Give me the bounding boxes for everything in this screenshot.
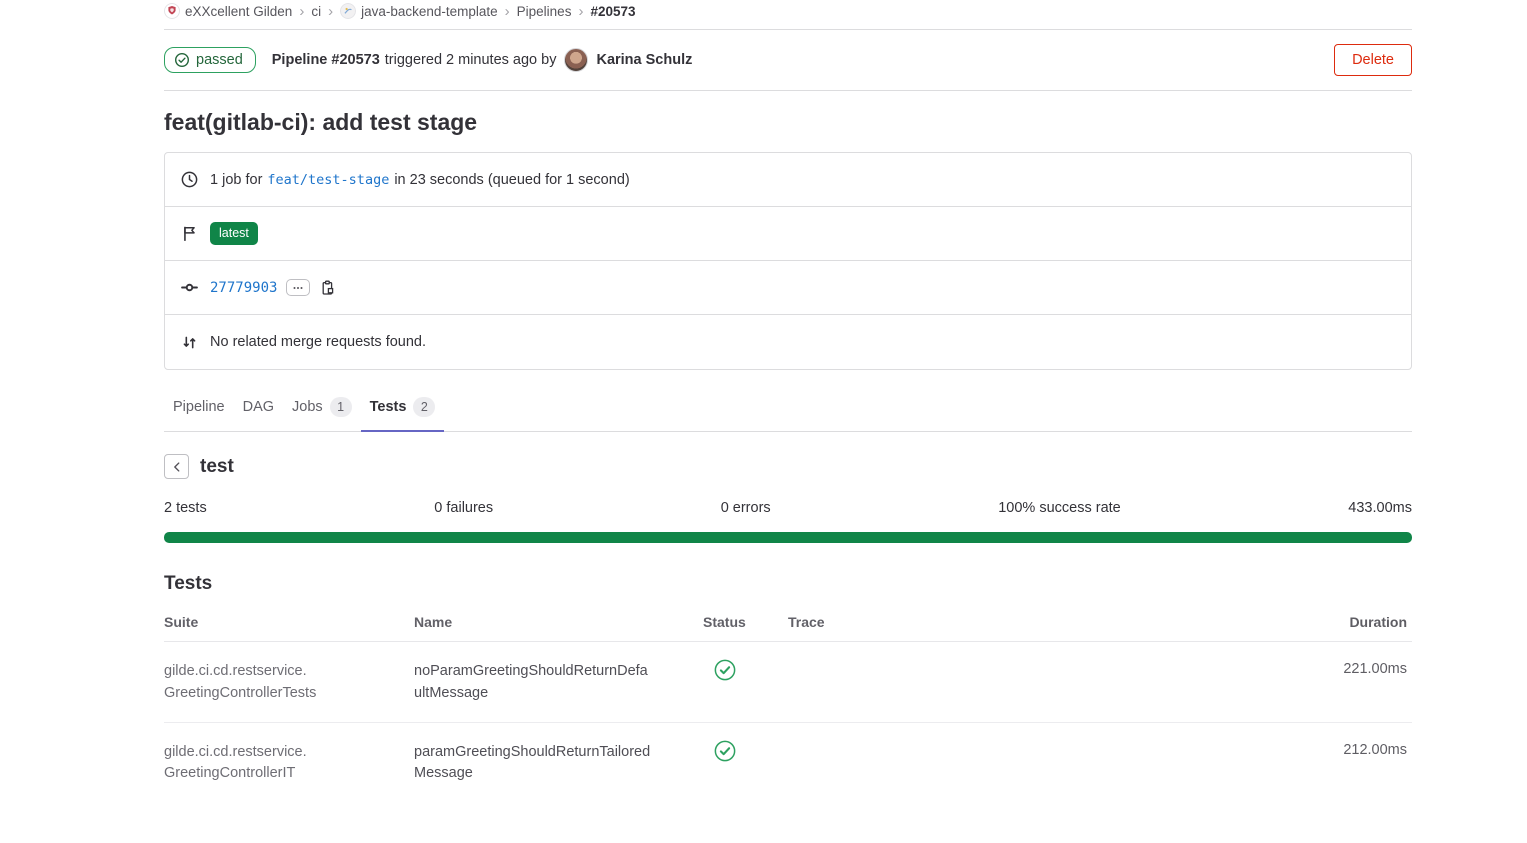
stat-errors: 0 errors — [721, 500, 771, 516]
commit-sha-link[interactable]: 27779903 — [210, 280, 277, 296]
tab-dag[interactable]: DAG — [234, 387, 283, 432]
tests-section-heading: Tests — [164, 573, 1412, 595]
column-header-status: Status — [703, 614, 788, 630]
page-title: feat(gitlab-ci): add test stage — [164, 109, 1412, 136]
tab-label: Pipeline — [173, 399, 225, 415]
commit-icon — [181, 279, 198, 296]
stat-success-rate: 100% success rate — [998, 500, 1121, 516]
merge-requests-row: No related merge requests found. — [165, 315, 1411, 369]
breadcrumb-pipelines-link[interactable]: Pipelines — [517, 4, 572, 19]
stat-total-tests: 2 tests — [164, 500, 207, 516]
breadcrumb-item-label: Pipelines — [517, 4, 572, 19]
tab-label: DAG — [243, 399, 274, 415]
breadcrumb: eXXcellent Gilden › ci › java-backend-te… — [164, 0, 1412, 30]
test-passed-icon — [714, 740, 736, 762]
author-name[interactable]: Karina Schulz — [596, 52, 692, 68]
duration-text: in 23 seconds (queued for 1 second) — [394, 172, 629, 188]
flag-icon — [181, 225, 198, 242]
tab-tests[interactable]: Tests 2 — [361, 387, 445, 432]
breadcrumb-item-label: eXXcellent Gilden — [185, 4, 292, 19]
stat-failures: 0 failures — [434, 500, 493, 516]
breadcrumb-group-link[interactable]: eXXcellent Gilden — [164, 3, 292, 19]
clock-icon — [181, 171, 198, 188]
pipeline-id: Pipeline #20573 — [272, 52, 380, 68]
trigger-text: triggered 2 minutes ago by — [385, 52, 557, 68]
pipeline-trigger-info: Pipeline #20573 triggered 2 minutes ago … — [272, 48, 693, 72]
chevron-right-icon: › — [299, 4, 304, 19]
test-suite-cell: gilde.ci.cd.restservice. GreetingControl… — [164, 742, 414, 786]
page-container: eXXcellent Gilden › ci › java-backend-te… — [164, 0, 1412, 802]
test-duration-cell: 212.00ms — [1302, 742, 1412, 758]
column-header-duration: Duration — [1302, 614, 1412, 630]
test-duration-cell: 221.00ms — [1302, 661, 1412, 677]
clipboard-icon — [320, 280, 336, 296]
column-header-suite: Suite — [164, 614, 414, 630]
delete-button[interactable]: Delete — [1334, 44, 1412, 76]
expand-commit-button[interactable] — [286, 279, 310, 296]
no-merge-requests-text: No related merge requests found. — [210, 334, 426, 350]
tab-label: Jobs — [292, 399, 323, 415]
test-suite-cell: gilde.ci.cd.restservice. GreetingControl… — [164, 661, 414, 705]
commit-row: 27779903 — [165, 261, 1411, 315]
project-avatar-icon — [340, 3, 356, 19]
column-header-name: Name — [414, 614, 703, 630]
test-name-cell: paramGreetingShouldReturnTailored Messag… — [414, 742, 703, 786]
breadcrumb-current-pipeline: #20573 — [590, 4, 635, 19]
status-badge: passed — [164, 47, 256, 73]
chevron-right-icon: › — [505, 4, 510, 19]
success-progress-bar — [164, 532, 1412, 543]
jobs-count-badge: 1 — [330, 397, 352, 417]
test-summary-stats: 2 tests 0 failures 0 errors 100% success… — [164, 500, 1412, 516]
status-badge-label: passed — [196, 52, 243, 68]
pipeline-info-card: 1 job for feat/test-stage in 23 seconds … — [164, 152, 1412, 370]
pipeline-status-bar: passed Pipeline #20573 triggered 2 minut… — [164, 30, 1412, 91]
table-header-row: Suite Name Status Trace Duration — [164, 601, 1412, 642]
breadcrumb-item-label: ci — [311, 4, 321, 19]
latest-badge: latest — [210, 222, 258, 244]
check-circle-icon — [174, 52, 190, 68]
tests-count-badge: 2 — [413, 397, 435, 417]
breadcrumb-subgroup-link[interactable]: ci — [311, 4, 321, 19]
chevron-right-icon: › — [328, 4, 333, 19]
test-suite-header: test — [164, 454, 1412, 479]
back-button[interactable] — [164, 454, 189, 479]
chevron-right-icon: › — [578, 4, 583, 19]
stat-duration: 433.00ms — [1348, 500, 1412, 516]
group-avatar-icon — [164, 3, 180, 19]
jobs-count-text: 1 job for — [210, 172, 262, 188]
chevron-left-icon — [170, 460, 184, 474]
copy-commit-button[interactable] — [320, 280, 336, 296]
tests-table: Suite Name Status Trace Duration gilde.c… — [164, 601, 1412, 802]
pipeline-tabs: Pipeline DAG Jobs 1 Tests 2 — [164, 387, 1412, 432]
test-name-cell: noParamGreetingShouldReturnDefa ultMessa… — [414, 661, 703, 705]
table-row: gilde.ci.cd.restservice. GreetingControl… — [164, 642, 1412, 723]
compare-icon — [181, 334, 198, 351]
avatar[interactable] — [564, 48, 588, 72]
test-passed-icon — [714, 659, 736, 681]
tab-label: Tests — [370, 399, 407, 415]
tab-jobs[interactable]: Jobs 1 — [283, 387, 361, 432]
test-suite-name: test — [200, 456, 234, 478]
breadcrumb-project-link[interactable]: java-backend-template — [340, 3, 498, 19]
column-header-trace: Trace — [788, 614, 1302, 630]
table-row: gilde.ci.cd.restservice. GreetingControl… — [164, 723, 1412, 803]
jobs-duration-row: 1 job for feat/test-stage in 23 seconds … — [165, 153, 1411, 207]
ellipsis-icon — [292, 282, 304, 294]
breadcrumb-item-label: java-backend-template — [361, 4, 498, 19]
branch-link[interactable]: feat/test-stage — [267, 172, 389, 188]
latest-row: latest — [165, 207, 1411, 261]
pipeline-status-left: passed Pipeline #20573 triggered 2 minut… — [164, 47, 692, 73]
tab-pipeline[interactable]: Pipeline — [164, 387, 234, 432]
